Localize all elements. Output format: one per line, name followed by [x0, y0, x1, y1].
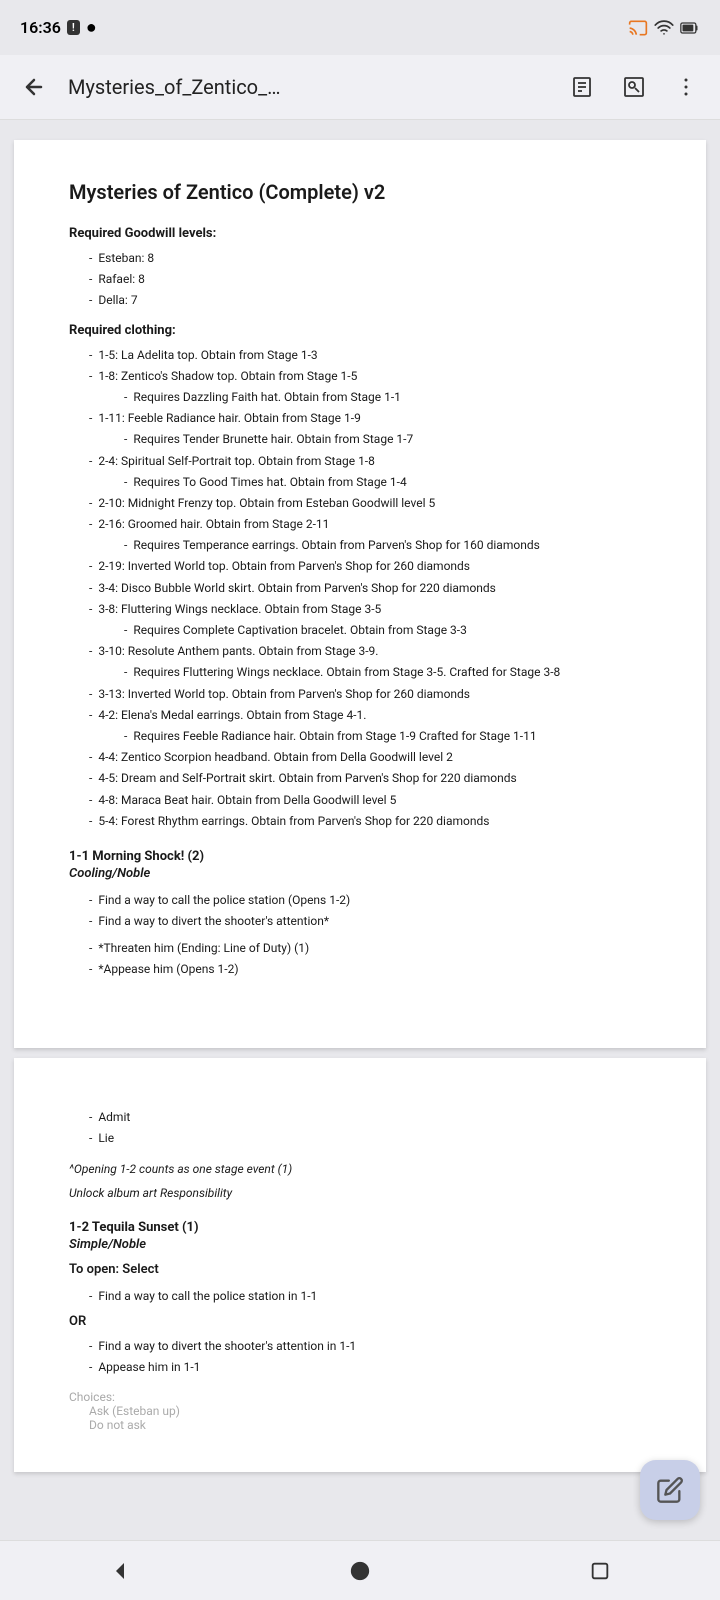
clothing-heading: Required clothing:	[69, 323, 651, 338]
stage2-task: -Find a way to call the police station i…	[89, 1287, 651, 1306]
page2-item-1: -Lie	[89, 1129, 651, 1148]
clothing-item-2: -1-11: Feeble Radiance hair. Obtain from…	[69, 409, 651, 428]
clothing-item-5-sub: -Requires Temperance earrings. Obtain fr…	[69, 536, 651, 555]
nav-recents-icon	[589, 1560, 611, 1582]
cast-icon	[628, 18, 648, 38]
nav-back-button[interactable]	[100, 1551, 140, 1591]
stage1-task-0: -Find a way to call the police station (…	[89, 891, 651, 910]
page2-unlock: Unlock album art Responsibility	[69, 1184, 651, 1202]
status-circle: ●	[86, 17, 97, 38]
stage2-alt-0: -Find a way to divert the shooter's atte…	[89, 1337, 651, 1356]
choices-sub-1: Ask (Esteban up)	[69, 1404, 651, 1418]
page2-item-0: -Admit	[89, 1108, 651, 1127]
battery-icon	[680, 18, 700, 38]
nav-home-icon	[349, 1560, 371, 1582]
status-icons	[628, 18, 700, 38]
clothing-item-11: -4-2: Elena's Medal earrings. Obtain fro…	[69, 706, 651, 725]
page-1: Mysteries of Zentico (Complete) v2 Requi…	[14, 140, 706, 1048]
fab-edit-button[interactable]	[640, 1460, 700, 1520]
page-2-top: -Admit -Lie ^Opening 1-2 counts as one s…	[14, 1058, 706, 1472]
or-text: OR	[69, 1314, 651, 1329]
clothing-item-13: -4-5: Dream and Self-Portrait skirt. Obt…	[69, 769, 651, 788]
stage1-choice-1: -*Appease him (Opens 1-2)	[89, 960, 651, 979]
notes-button[interactable]	[564, 69, 600, 105]
stage1-task-1: -Find a way to divert the shooter's atte…	[89, 912, 651, 931]
clothing-item-15: -5-4: Forest Rhythm earrings. Obtain fro…	[69, 812, 651, 831]
stage1-style: Cooling/Noble	[69, 866, 651, 881]
choices-sub-2: Do not ask	[69, 1418, 651, 1432]
goodwill-heading: Required Goodwill levels:	[69, 226, 651, 241]
search-button[interactable]	[616, 69, 652, 105]
back-button[interactable]	[16, 69, 52, 105]
nav-back-icon	[108, 1559, 132, 1583]
status-alert: !	[67, 20, 80, 35]
clothing-item-10: -3-13: Inverted World top. Obtain from P…	[69, 685, 651, 704]
edit-icon	[656, 1476, 684, 1504]
clothing-item-4: -2-10: Midnight Frenzy top. Obtain from …	[69, 494, 651, 513]
stage2-alt-1: -Appease him in 1-1	[89, 1358, 651, 1377]
choices-label: Choices:	[69, 1390, 651, 1404]
stage1-heading: 1-1 Morning Shock! (2)	[69, 849, 651, 864]
nav-bar	[0, 1540, 720, 1600]
clothing-item-9: -3-10: Resolute Anthem pants. Obtain fro…	[69, 642, 651, 661]
page2-note: ^Opening 1-2 counts as one stage event (…	[69, 1160, 651, 1178]
clothing-item-8-sub: -Requires Complete Captivation bracelet.…	[69, 621, 651, 640]
stage2-open: To open: Select	[69, 1262, 651, 1277]
clothing-list: -1-5: La Adelita top. Obtain from Stage …	[69, 346, 651, 831]
clothing-item-9-sub: -Requires Fluttering Wings necklace. Obt…	[69, 663, 651, 682]
clothing-item-12: -4-4: Zentico Scorpion headband. Obtain …	[69, 748, 651, 767]
clothing-item-6: -2-19: Inverted World top. Obtain from P…	[69, 557, 651, 576]
goodwill-item-2: -Rafael: 8	[89, 270, 651, 289]
stage2-style: Simple/Noble	[69, 1237, 651, 1252]
stage2-task-item: -Find a way to call the police station i…	[89, 1287, 651, 1306]
nav-home-button[interactable]	[340, 1551, 380, 1591]
page2-items: -Admit -Lie	[89, 1108, 651, 1148]
app-bar: Mysteries_of_Zentico_…	[0, 55, 720, 120]
status-time: 16:36	[20, 18, 61, 37]
document-title: Mysteries_of_Zentico_…	[68, 75, 548, 99]
stage1-choice-0: -*Threaten him (Ending: Line of Duty) (1…	[89, 939, 651, 958]
clothing-item-3: -2-4: Spiritual Self-Portrait top. Obtai…	[69, 452, 651, 471]
stage1-tasks: -Find a way to call the police station (…	[89, 891, 651, 931]
clothing-item-2-sub: -Requires Tender Brunette hair. Obtain f…	[69, 430, 651, 449]
clothing-item-8: -3-8: Fluttering Wings necklace. Obtain …	[69, 600, 651, 619]
wifi-icon	[654, 18, 674, 38]
nav-recents-button[interactable]	[580, 1551, 620, 1591]
clothing-item-5: -2-16: Groomed hair. Obtain from Stage 2…	[69, 515, 651, 534]
stage1-choices: -*Threaten him (Ending: Line of Duty) (1…	[89, 939, 651, 979]
goodwill-item-3: -Della: 7	[89, 291, 651, 310]
clothing-item-3-sub: -Requires To Good Times hat. Obtain from…	[69, 473, 651, 492]
clothing-item-1-sub: -Requires Dazzling Faith hat. Obtain fro…	[69, 388, 651, 407]
clothing-item-0: -1-5: La Adelita top. Obtain from Stage …	[69, 346, 651, 365]
document-main-title: Mysteries of Zentico (Complete) v2	[69, 180, 651, 204]
stage2-heading: 1-2 Tequila Sunset (1)	[69, 1220, 651, 1235]
clothing-item-7: -3-4: Disco Bubble World skirt. Obtain f…	[69, 579, 651, 598]
content-area: Mysteries of Zentico (Complete) v2 Requi…	[0, 120, 720, 1492]
goodwill-item-1: -Esteban: 8	[89, 249, 651, 268]
clothing-item-1: -1-8: Zentico's Shadow top. Obtain from …	[69, 367, 651, 386]
more-menu-button[interactable]	[668, 69, 704, 105]
status-bar: 16:36 ! ●	[0, 0, 720, 55]
stage2-alt-tasks: -Find a way to divert the shooter's atte…	[89, 1337, 651, 1377]
clothing-item-14: -4-8: Maraca Beat hair. Obtain from Dell…	[69, 791, 651, 810]
clothing-item-11-sub: -Requires Feeble Radiance hair. Obtain f…	[69, 727, 651, 746]
